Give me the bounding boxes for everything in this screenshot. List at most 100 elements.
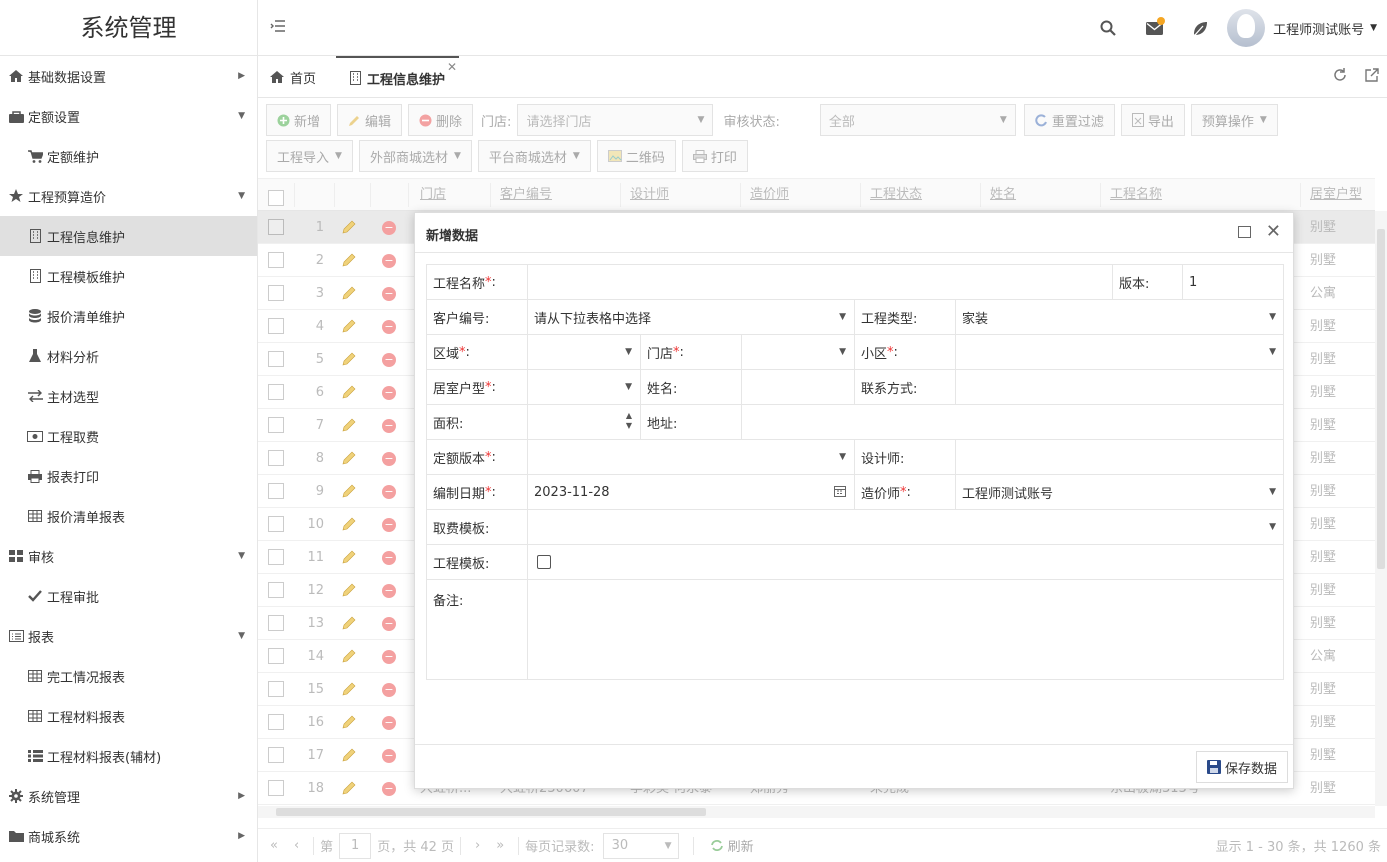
row-checkbox[interactable]	[268, 285, 284, 301]
project-import-button[interactable]: 工程导入 ▼	[266, 140, 353, 172]
external-mall-button[interactable]: 外部商城选材 ▼	[358, 140, 472, 172]
column-header[interactable]: 造价师	[750, 179, 789, 211]
external-link-icon[interactable]	[1365, 68, 1379, 86]
row-checkbox[interactable]	[268, 780, 284, 796]
pencil-icon[interactable]	[342, 310, 356, 343]
prev-page-icon[interactable]: ‹	[294, 838, 299, 853]
column-header[interactable]: 设计师	[630, 179, 669, 211]
search-icon[interactable]	[1085, 20, 1131, 36]
pencil-icon[interactable]	[342, 739, 356, 772]
remove-icon[interactable]: −	[382, 739, 396, 772]
skin-icon[interactable]	[1177, 20, 1223, 37]
community-select[interactable]: ▼	[955, 334, 1284, 369]
delete-button[interactable]: 删除	[408, 104, 474, 136]
remark-textarea[interactable]	[527, 579, 1284, 680]
row-checkbox[interactable]	[268, 747, 284, 763]
row-checkbox[interactable]	[268, 615, 284, 631]
row-checkbox[interactable]	[268, 417, 284, 433]
remove-icon[interactable]: −	[382, 343, 396, 376]
sidebar-item-6[interactable]: 报价清单维护	[0, 296, 257, 336]
sidebar-item-13[interactable]: 工程审批	[0, 576, 257, 616]
qrcode-button[interactable]: 二维码	[596, 140, 676, 172]
sidebar-item-0[interactable]: 基础数据设置 ▶	[0, 56, 257, 96]
remove-icon[interactable]: −	[382, 277, 396, 310]
mail-icon[interactable]	[1131, 16, 1177, 35]
remove-icon[interactable]: −	[382, 706, 396, 739]
pencil-icon[interactable]	[342, 640, 356, 673]
sidebar-item-16[interactable]: 工程材料报表	[0, 696, 257, 736]
remove-icon[interactable]: −	[382, 541, 396, 574]
sidebar-item-11[interactable]: 报价清单报表	[0, 496, 257, 536]
pencil-icon[interactable]	[342, 376, 356, 409]
sidebar-item-18[interactable]: 系统管理 ▶	[0, 776, 257, 816]
remove-icon[interactable]: −	[382, 409, 396, 442]
sidebar-item-3[interactable]: 工程预算造价 ▼	[0, 176, 257, 216]
store-select[interactable]: ▼	[741, 334, 854, 369]
select-all-checkbox[interactable]	[268, 187, 284, 206]
row-checkbox[interactable]	[268, 252, 284, 268]
designer-input[interactable]	[955, 439, 1284, 474]
pencil-icon[interactable]	[342, 607, 356, 640]
sidebar-item-19[interactable]: 商城系统 ▶	[0, 816, 257, 856]
address-input[interactable]	[741, 404, 1284, 439]
cost-engineer-select[interactable]: 工程师测试账号 ▼	[955, 474, 1284, 509]
remove-icon[interactable]: −	[382, 574, 396, 607]
room-type-select[interactable]: ▼	[527, 369, 640, 404]
row-checkbox[interactable]	[268, 681, 284, 697]
sidebar-item-14[interactable]: 报表 ▼	[0, 616, 257, 656]
project-type-select[interactable]: 家装 ▼	[955, 299, 1284, 334]
tab-home[interactable]: 首页	[270, 56, 316, 98]
first-page-icon[interactable]: «	[270, 838, 278, 853]
print-button[interactable]: 打印	[681, 140, 748, 172]
column-header[interactable]: 居室户型	[1310, 179, 1362, 211]
pencil-icon[interactable]	[342, 475, 356, 508]
sidebar-item-1[interactable]: 定额设置 ▼	[0, 96, 257, 136]
row-checkbox[interactable]	[268, 582, 284, 598]
save-data-button[interactable]: 保存数据	[1195, 751, 1288, 783]
remove-icon[interactable]: −	[382, 211, 396, 244]
compile-date-input[interactable]: 2023-11-28	[527, 474, 854, 509]
row-checkbox[interactable]	[268, 483, 284, 499]
remove-icon[interactable]: −	[382, 442, 396, 475]
pencil-icon[interactable]	[342, 409, 356, 442]
pencil-icon[interactable]	[342, 574, 356, 607]
close-icon[interactable]: ✕	[1266, 222, 1281, 242]
row-checkbox[interactable]	[268, 648, 284, 664]
pencil-icon[interactable]	[342, 541, 356, 574]
edit-button[interactable]: 编辑	[337, 104, 403, 136]
row-checkbox[interactable]	[268, 549, 284, 565]
menu-toggle-icon[interactable]	[270, 18, 286, 37]
pencil-icon[interactable]	[342, 508, 356, 541]
refresh-icon[interactable]	[1333, 68, 1347, 86]
pencil-icon[interactable]	[342, 211, 356, 244]
pager-refresh-button[interactable]: 刷新	[700, 833, 764, 859]
row-checkbox[interactable]	[268, 714, 284, 730]
calendar-icon[interactable]	[834, 485, 846, 500]
row-checkbox[interactable]	[268, 384, 284, 400]
quota-version-select[interactable]: ▼	[527, 439, 854, 474]
contact-input[interactable]	[955, 369, 1284, 404]
project-name-input[interactable]	[527, 264, 1112, 299]
region-select[interactable]: ▼	[527, 334, 640, 369]
remove-icon[interactable]: −	[382, 376, 396, 409]
sidebar-item-4[interactable]: 工程信息维护	[0, 216, 257, 256]
pencil-icon[interactable]	[342, 244, 356, 277]
last-page-icon[interactable]: »	[496, 838, 504, 853]
remove-icon[interactable]: −	[382, 673, 396, 706]
user-menu[interactable]: 工程师测试账号 ▼	[1223, 9, 1387, 47]
sidebar-item-17[interactable]: 工程材料报表(辅材)	[0, 736, 257, 776]
vertical-scrollbar[interactable]	[1375, 211, 1387, 806]
sidebar-item-12[interactable]: 审核 ▼	[0, 536, 257, 576]
close-icon[interactable]: ✕	[447, 60, 457, 74]
remove-icon[interactable]: −	[382, 475, 396, 508]
row-checkbox[interactable]	[268, 351, 284, 367]
sidebar-item-7[interactable]: 材料分析	[0, 336, 257, 376]
sidebar-item-8[interactable]: 主材选型	[0, 376, 257, 416]
maximize-icon[interactable]	[1238, 226, 1251, 238]
next-page-icon[interactable]: ›	[475, 838, 480, 853]
reset-filter-button[interactable]: 重置过滤	[1023, 104, 1115, 136]
pencil-icon[interactable]	[342, 442, 356, 475]
row-checkbox[interactable]	[268, 516, 284, 532]
sidebar-item-2[interactable]: 定额维护	[0, 136, 257, 176]
sidebar-item-9[interactable]: 工程取费	[0, 416, 257, 456]
